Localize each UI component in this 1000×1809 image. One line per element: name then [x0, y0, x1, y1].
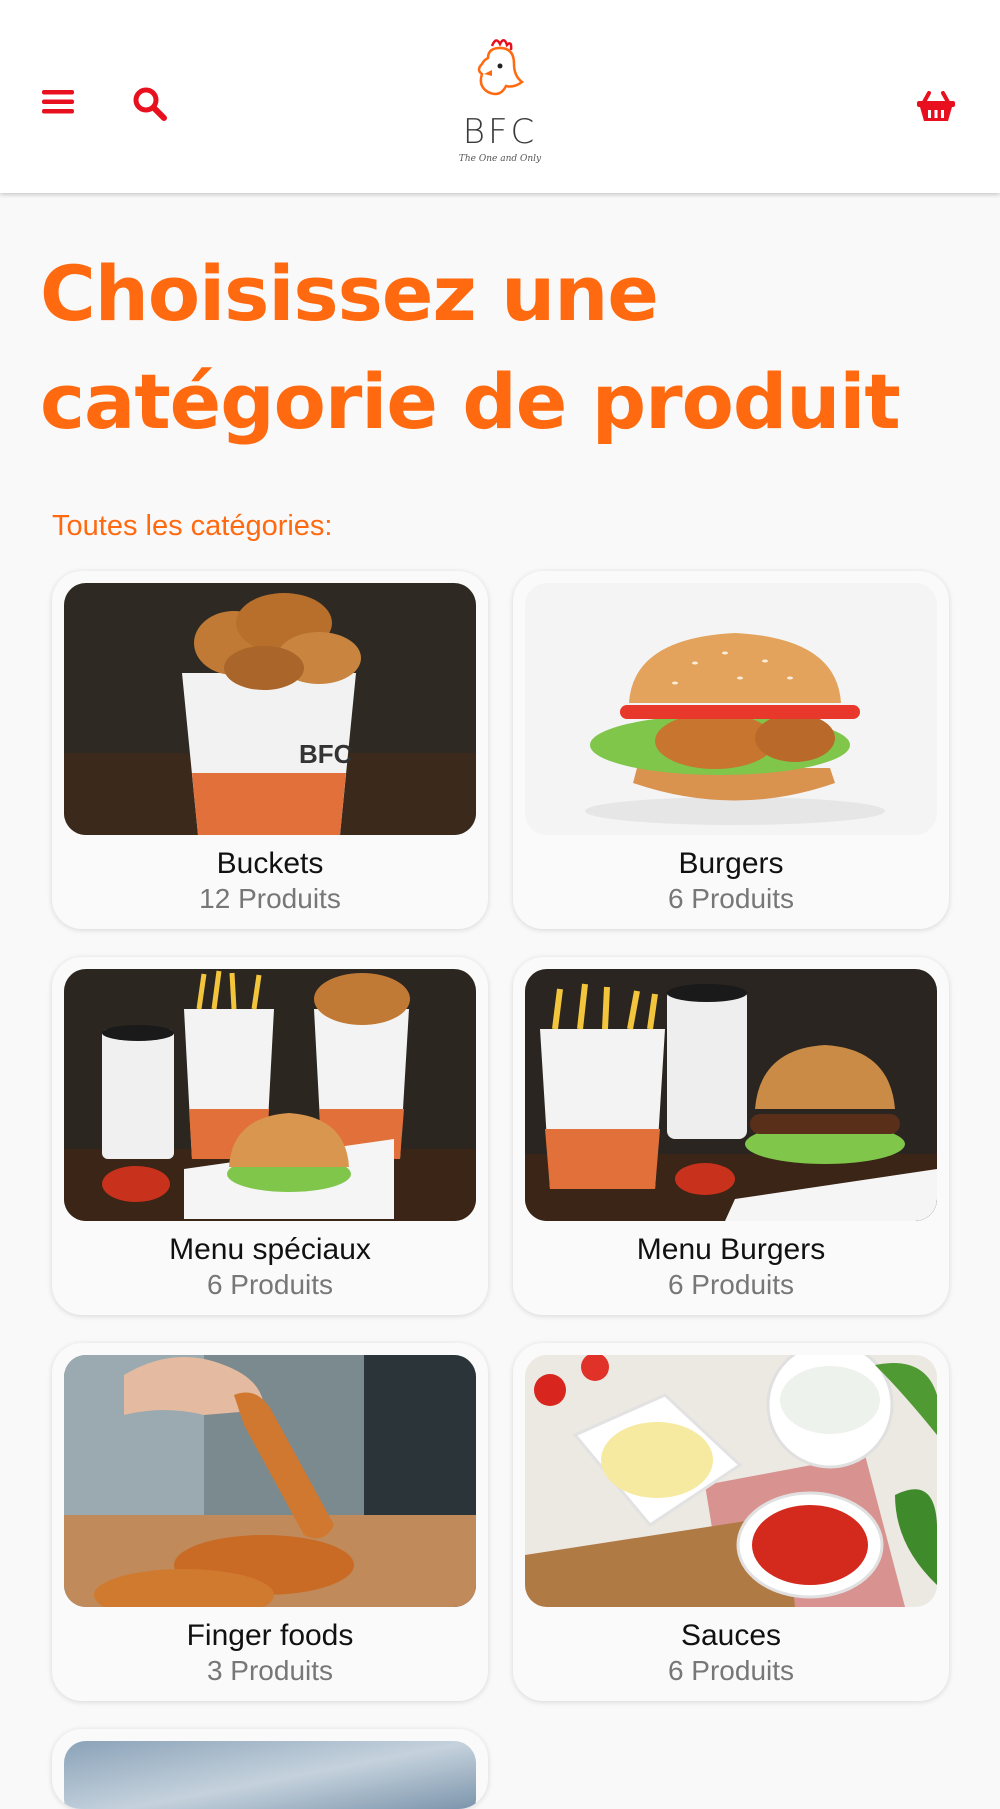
category-name: Burgers: [678, 847, 784, 880]
menu-speciaux-image: [64, 969, 476, 1221]
burgers-image: [525, 583, 937, 835]
cart-button[interactable]: [912, 84, 960, 128]
hamburger-menu-icon: [42, 90, 74, 114]
category-card-menu-speciaux[interactable]: Menu spéciaux 6 Produits: [52, 957, 488, 1315]
search-button[interactable]: [128, 82, 172, 126]
category-count: 6 Produits: [667, 1655, 795, 1686]
category-card-partial[interactable]: [52, 1729, 488, 1809]
partial-category-image: [64, 1741, 476, 1809]
category-name: Menu spéciaux: [169, 1233, 371, 1266]
category-card-buckets[interactable]: BFC Buckets 12 Produits: [52, 571, 488, 929]
category-count: 12 Produits: [199, 883, 341, 914]
category-count: 3 Produits: [206, 1655, 334, 1686]
app-header: BFC The One and Only: [0, 0, 1000, 193]
category-card-burgers[interactable]: Burgers 6 Produits: [513, 571, 949, 929]
category-name: Sauces: [680, 1619, 782, 1652]
category-card-menu-burgers[interactable]: Menu Burgers 6 Produits: [513, 957, 949, 1315]
search-icon: [133, 87, 167, 121]
category-name: Menu Burgers: [636, 1233, 826, 1266]
finger-foods-image: [64, 1355, 476, 1607]
category-name: Finger foods: [186, 1619, 354, 1652]
menu-burgers-image: [525, 969, 937, 1221]
category-card-sauces[interactable]: Sauces 6 Produits: [513, 1343, 949, 1701]
chicken-logo-icon: [477, 39, 525, 96]
category-count: 6 Produits: [667, 1269, 795, 1300]
logo-text: BFC: [462, 112, 538, 152]
svg-text:BFC: BFC: [299, 739, 353, 769]
category-count: 6 Produits: [206, 1269, 334, 1300]
logo-tagline: The One and Only: [458, 154, 542, 164]
menu-button[interactable]: [38, 82, 78, 122]
category-count: 6 Produits: [667, 883, 795, 914]
sauces-image: [525, 1355, 937, 1607]
buckets-image: BFC: [64, 583, 476, 835]
category-card-finger-foods[interactable]: Finger foods 3 Produits: [52, 1343, 488, 1701]
bfc-logo[interactable]: BFC The One and Only: [450, 36, 550, 171]
category-grid: BFC Buckets 12 Produits Burgers 6 Produi…: [0, 0, 1000, 1809]
category-name: Buckets: [216, 847, 324, 880]
shopping-basket-icon: [917, 91, 955, 121]
